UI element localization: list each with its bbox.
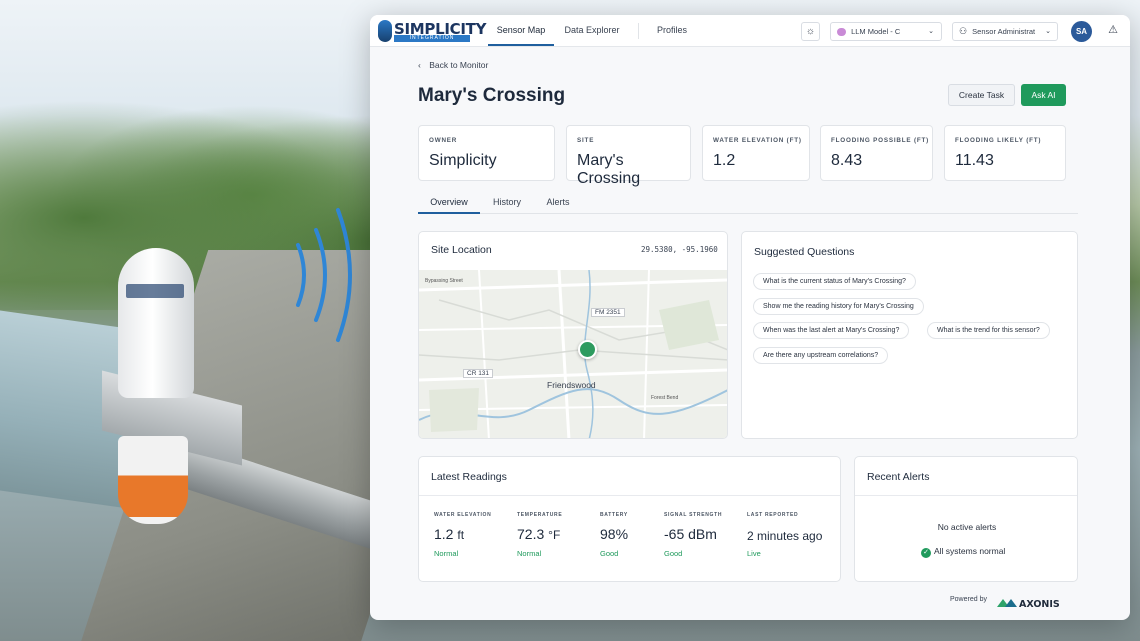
suggested-question-chip[interactable]: Are there any upstream correlations? bbox=[753, 347, 889, 364]
site-location-title: Site Location bbox=[431, 244, 492, 256]
user-menu-button[interactable]: ⚇ Sensor Administrat ⌄ bbox=[952, 22, 1058, 41]
reading-label: Water Elevation bbox=[434, 512, 492, 518]
tab-alerts[interactable]: Alerts bbox=[536, 192, 580, 214]
stat-label: Owner bbox=[429, 137, 458, 144]
map-label-road1: Bypassing Street bbox=[425, 278, 463, 284]
stat-value: 11.43 bbox=[955, 152, 994, 169]
suggested-question-chip[interactable]: When was the last alert at Mary's Crossi… bbox=[753, 322, 910, 339]
stat-value: 1.2 bbox=[713, 152, 736, 169]
user-menu-label: Sensor Administrat bbox=[972, 27, 1036, 36]
site-location-card: Site Location 29.5380, -95.1960 FM 2351 bbox=[418, 231, 728, 439]
sensor-device-image bbox=[102, 248, 242, 528]
suggested-questions-title: Suggested Questions bbox=[754, 246, 855, 258]
ask-ai-button[interactable]: Ask AI bbox=[1021, 84, 1066, 106]
tab-history[interactable]: History bbox=[484, 192, 530, 214]
page-title: Mary's Crossing bbox=[418, 85, 566, 106]
systems-status: ✓ All systems normal bbox=[921, 546, 1005, 558]
reading-status: Good bbox=[600, 549, 619, 558]
reading-value: -65 dBm bbox=[664, 526, 717, 542]
warning-triangle-icon: ⚠ bbox=[1108, 24, 1118, 36]
reading-label: Battery bbox=[600, 512, 628, 518]
nav-tab-sensor-map[interactable]: Sensor Map bbox=[488, 15, 554, 46]
llm-model-select[interactable]: LLM Model - C ⌄ bbox=[830, 22, 942, 41]
stat-label: Site bbox=[577, 137, 595, 144]
axonis-logo: AXONIS bbox=[997, 595, 1077, 610]
chevron-left-icon: ‹ bbox=[418, 60, 421, 70]
suggested-question-chip[interactable]: What is the trend for this sensor? bbox=[927, 322, 1050, 339]
back-link[interactable]: ‹ Back to Monitor bbox=[418, 60, 488, 70]
user-icon: ⚇ bbox=[959, 26, 968, 36]
chevron-down-icon: ⌄ bbox=[928, 28, 934, 35]
stat-label: Flooding Possible (ft) bbox=[831, 137, 930, 144]
brand-sub: INTEGRATION bbox=[394, 35, 470, 42]
reading-label: Temperature bbox=[517, 512, 563, 518]
stat-label: Flooding Likely (ft) bbox=[955, 137, 1042, 144]
sun-icon: ☼ bbox=[805, 26, 816, 37]
nav-tab-data-explorer[interactable]: Data Explorer bbox=[560, 15, 624, 46]
recent-alerts-card: Recent Alerts No active alerts ✓ All syst… bbox=[854, 456, 1078, 582]
reading-value: 2 minutes ago bbox=[747, 529, 823, 543]
reading-value: 98% bbox=[600, 526, 629, 542]
stat-value: 8.43 bbox=[831, 152, 863, 169]
map-label-town: Friendswood bbox=[547, 380, 596, 390]
no-alerts-text: No active alerts bbox=[937, 522, 997, 532]
site-map[interactable]: FM 2351 CR 131 Friendswood Bypassing Str… bbox=[419, 270, 727, 438]
reading-value: 72.3 °F bbox=[517, 526, 561, 542]
theme-toggle-button[interactable]: ☼ bbox=[801, 22, 820, 41]
stat-card-site: Site Mary's Crossing bbox=[566, 125, 691, 187]
chevron-down-icon: ⌄ bbox=[1045, 23, 1051, 40]
brand-logo[interactable]: SIMPLICITY INTEGRATION bbox=[378, 20, 486, 44]
stat-card-flooding-possible: Flooding Possible (ft) 8.43 bbox=[820, 125, 933, 181]
signal-waves-icon bbox=[296, 208, 352, 342]
latest-readings-card: Latest Readings Water Elevation 1.2 ft N… bbox=[418, 456, 841, 582]
stat-card-owner: Owner Simplicity bbox=[418, 125, 555, 181]
site-coordinates: 29.5380, -95.1960 bbox=[641, 245, 718, 254]
app-window: SIMPLICITY INTEGRATION Sensor Map Data E… bbox=[370, 15, 1130, 620]
suggested-question-chip[interactable]: Show me the reading history for Mary's C… bbox=[753, 298, 924, 315]
nav-tab-profiles[interactable]: Profiles bbox=[648, 15, 696, 46]
llm-model-label: LLM Model - C bbox=[851, 27, 901, 36]
suggested-question-chip[interactable]: What is the current status of Mary's Cro… bbox=[753, 273, 916, 290]
tab-overview[interactable]: Overview bbox=[418, 192, 480, 214]
recent-alerts-title: Recent Alerts bbox=[867, 471, 930, 483]
back-link-label: Back to Monitor bbox=[429, 60, 489, 70]
nav-separator bbox=[638, 23, 639, 39]
suggested-questions-card: Suggested Questions What is the current … bbox=[741, 231, 1078, 439]
reading-status: Normal bbox=[434, 549, 459, 558]
check-circle-icon: ✓ bbox=[921, 548, 931, 558]
map-label-road2: Forest Bend bbox=[651, 395, 679, 401]
reading-status: Live bbox=[747, 549, 761, 558]
map-label-cr: CR 131 bbox=[463, 369, 494, 378]
latest-readings-title: Latest Readings bbox=[431, 471, 507, 483]
brand-mark-icon bbox=[378, 20, 392, 42]
alerts-warning-button[interactable]: ⚠ bbox=[1102, 22, 1124, 41]
svg-text:AXONIS: AXONIS bbox=[1019, 599, 1060, 608]
reading-label: Signal Strength bbox=[664, 512, 723, 518]
top-navbar: SIMPLICITY INTEGRATION Sensor Map Data E… bbox=[370, 15, 1130, 47]
brain-icon bbox=[837, 28, 846, 37]
detail-tabs: Overview History Alerts bbox=[418, 192, 1078, 214]
reading-status: Good bbox=[664, 549, 683, 558]
stat-label: Water Elevation (ft) bbox=[713, 137, 802, 144]
stat-card-water-elevation: Water Elevation (ft) 1.2 bbox=[702, 125, 810, 181]
site-map-pin[interactable] bbox=[578, 340, 597, 359]
powered-by-label: Powered by bbox=[950, 596, 987, 603]
card-divider bbox=[855, 495, 1077, 496]
stat-value: Mary's Crossing bbox=[577, 152, 641, 187]
reading-value: 1.2 ft bbox=[434, 526, 465, 542]
stat-card-flooding-likely: Flooding Likely (ft) 11.43 bbox=[944, 125, 1066, 181]
avatar[interactable]: SA bbox=[1071, 21, 1092, 42]
reading-status: Normal bbox=[517, 549, 542, 558]
create-task-button[interactable]: Create Task bbox=[948, 84, 1015, 106]
stat-value: Simplicity bbox=[429, 152, 497, 169]
card-divider bbox=[419, 495, 840, 496]
reading-label: Last Reported bbox=[747, 512, 799, 518]
map-label-fm: FM 2351 bbox=[591, 308, 625, 317]
